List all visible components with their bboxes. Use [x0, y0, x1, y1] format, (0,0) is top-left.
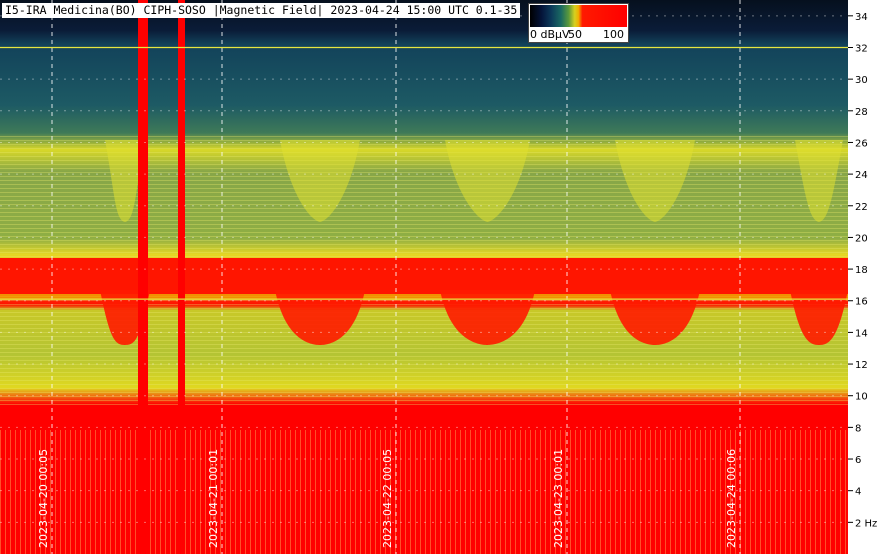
y-tick-label: 22 — [855, 202, 868, 213]
y-tick-label: 32 — [855, 43, 868, 54]
y-tick-label: 26 — [855, 138, 868, 149]
spectrogram-plot: 2023-04-20 00:05 2023-04-21 00:01 2023-04-… — [0, 0, 848, 554]
chart-title: I5-IRA Medicina(BO) CIPH-SOSO |Magnetic … — [2, 3, 521, 18]
x-tick-label: 2023-04-22 00:05 — [381, 449, 394, 548]
y-tick-label: 30 — [855, 75, 868, 86]
broadband-spike — [178, 0, 185, 554]
broadband-spike — [138, 0, 148, 554]
colorbar-label-mid: 50 — [568, 28, 582, 41]
colorbar-legend: 0 dBμV 50 100 — [528, 3, 629, 43]
colorbar-gradient — [530, 5, 627, 27]
spectrogram-view: 2023-04-20 00:05 2023-04-21 00:01 2023-04-… — [0, 0, 885, 554]
y-tick-label: 8 — [855, 423, 861, 434]
y-tick-label: 16 — [855, 297, 868, 308]
y-tick-label: 2 Hz — [855, 518, 877, 529]
y-tick-label: 4 — [855, 487, 861, 498]
y-axis: 2 Hz 4 6 8 10 12 14 16 18 20 22 24 26 28 30 32 34 — [848, 0, 885, 554]
intense-band — [0, 258, 848, 294]
y-tick-label: 14 — [855, 328, 868, 339]
y-tick-label: 34 — [855, 12, 868, 23]
x-tick-label: 2023-04-20 00:05 — [37, 449, 50, 548]
y-tick-label: 18 — [855, 265, 868, 276]
colorbar-label-min: 0 dBμV — [530, 28, 570, 41]
x-tick-label: 2023-04-23 00:01 — [552, 449, 565, 548]
y-tick-label: 20 — [855, 233, 868, 244]
colorbar-label-max: 100 — [603, 28, 624, 41]
x-tick-label: 2023-04-24 00:06 — [725, 449, 738, 548]
y-tick-label: 10 — [855, 392, 868, 403]
y-tick-label: 24 — [855, 170, 868, 181]
y-tick-label: 12 — [855, 360, 868, 371]
y-tick-label: 6 — [855, 455, 861, 466]
x-tick-label: 2023-04-21 00:01 — [207, 449, 220, 548]
y-tick-label: 28 — [855, 107, 868, 118]
